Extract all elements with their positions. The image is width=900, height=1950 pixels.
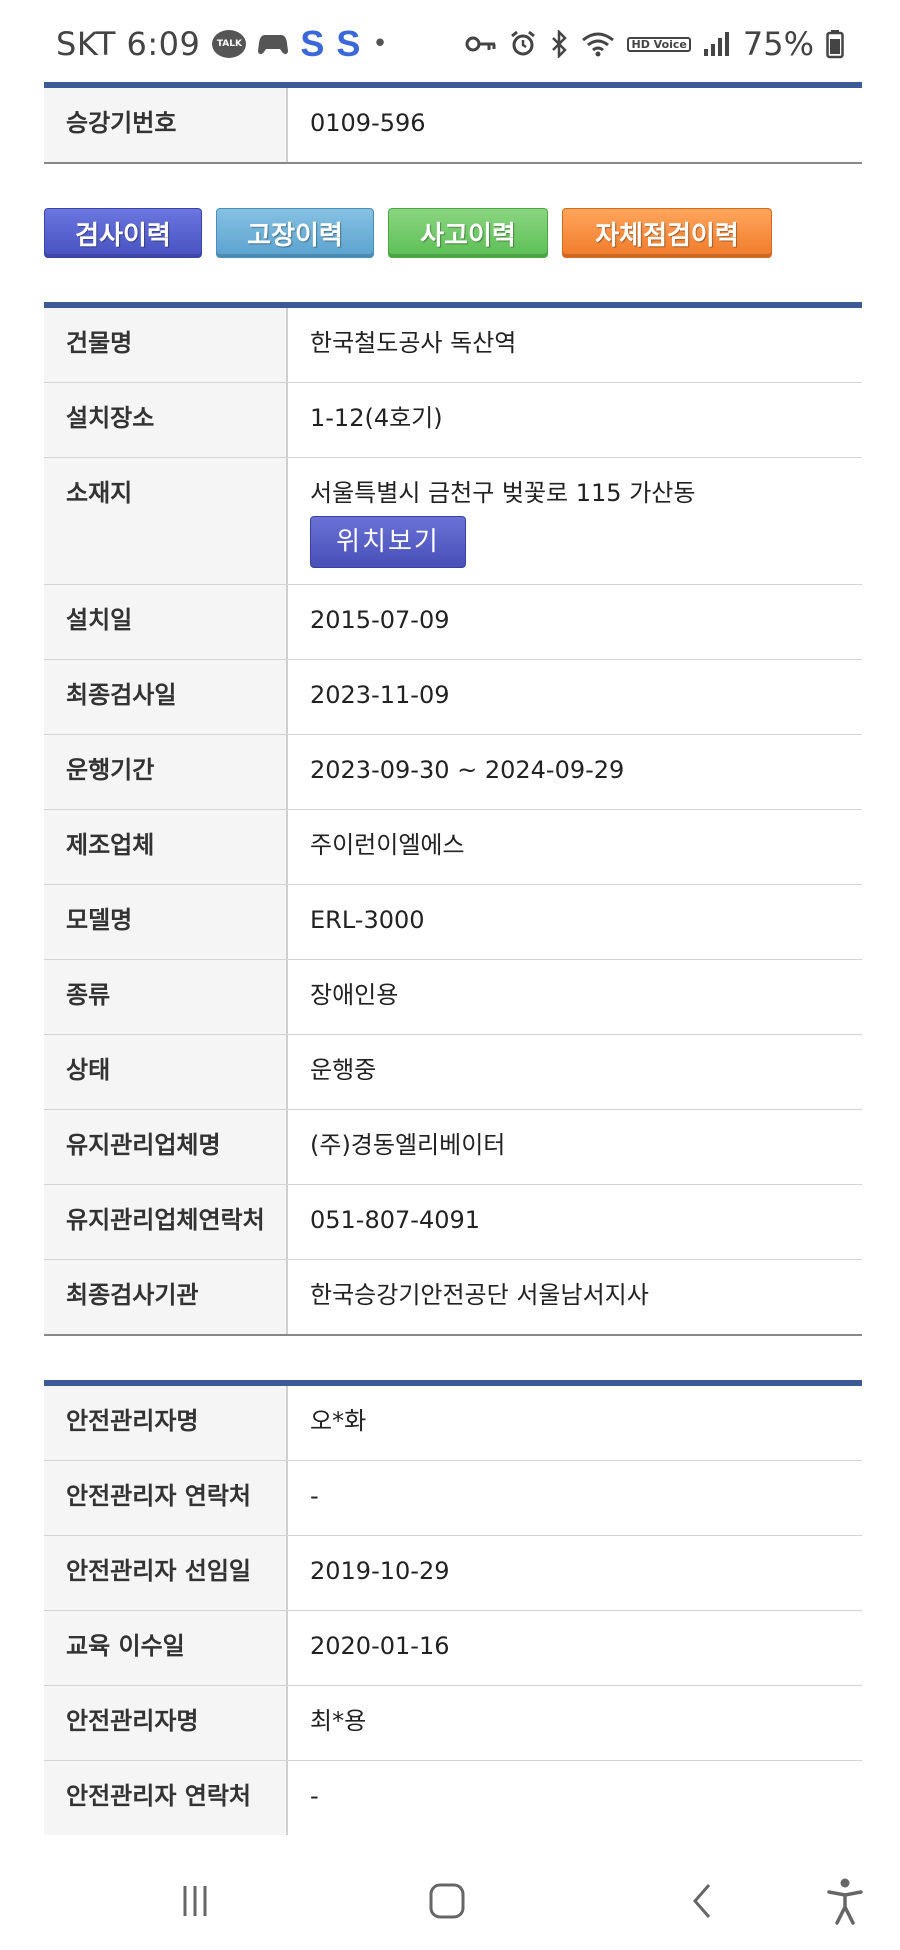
row-label: 종류 [44, 960, 288, 1034]
table-row: 모델명 ERL-3000 [44, 885, 862, 960]
status-bar: SKT 6:09 TALK S S • HD Voice 75% [0, 0, 900, 88]
table-row: 안전관리자 연락처 - [44, 1461, 862, 1536]
status-right: HD Voice 75% [465, 25, 844, 63]
row-label: 최종검사기관 [44, 1260, 288, 1334]
row-label: 제조업체 [44, 810, 288, 884]
self-check-history-button[interactable]: 자체점검이력 [562, 208, 772, 258]
table-row: 최종검사일 2023-11-09 [44, 660, 862, 735]
home-icon[interactable] [402, 1852, 492, 1950]
row-label: 안전관리자 선임일 [44, 1536, 288, 1610]
row-value: 0109-596 [310, 109, 426, 137]
battery-icon [826, 29, 844, 59]
table-row: 교육 이수일 2020-01-16 [44, 1611, 862, 1686]
row-label: 설치장소 [44, 383, 288, 457]
more-notifications-dot: • [372, 29, 388, 59]
table-row: 유지관리업체연락처 051-807-4091 [44, 1185, 862, 1260]
table-row: 건물명 한국철도공사 독산역 [44, 308, 862, 383]
row-label: 최종검사일 [44, 660, 288, 734]
bluetooth-icon [549, 30, 569, 58]
row-value: 오*화 [310, 1407, 367, 1435]
wifi-icon [581, 31, 615, 57]
row-label: 안전관리자명 [44, 1386, 288, 1460]
signal-icon [703, 31, 731, 57]
row-value: 2019-10-29 [310, 1557, 450, 1585]
hd-voice-icon: HD Voice [627, 36, 691, 52]
talk-icon: TALK [212, 30, 247, 58]
table-row: 안전관리자 선임일 2019-10-29 [44, 1536, 862, 1611]
row-value: 2023-11-09 [310, 681, 450, 709]
row-label: 모델명 [44, 885, 288, 959]
key-icon [465, 34, 497, 54]
row-value: 장애인용 [310, 981, 399, 1009]
table-row: 안전관리자명 오*화 [44, 1386, 862, 1461]
accident-history-button[interactable]: 사고이력 [388, 208, 548, 258]
row-label: 안전관리자 연락처 [44, 1461, 288, 1535]
table-row: 최종검사기관 한국승강기안전공단 서울남서지사 [44, 1260, 862, 1334]
table-row: 안전관리자명 최*용 [44, 1686, 862, 1761]
table-row: 상태 운행중 [44, 1035, 862, 1110]
table-row: 유지관리업체명 (주)경동엘리베이터 [44, 1110, 862, 1185]
table-row: 소재지 서울특별시 금천구 벚꽃로 115 가산동 위치보기 [44, 458, 862, 585]
row-value: 한국철도공사 독산역 [310, 329, 517, 357]
row-label: 승강기번호 [44, 88, 288, 162]
s-icon: S [300, 23, 325, 64]
safety-manager-table: 안전관리자명 오*화 안전관리자 연락처 - 안전관리자 선임일 2019-10-29 교육… [44, 1380, 862, 1835]
row-value: - [310, 1782, 319, 1810]
address-text: 서울특별시 금천구 벚꽃로 115 가산동 [310, 479, 696, 507]
status-left: SKT 6:09 TALK S S • [56, 23, 388, 65]
game-icon [258, 33, 289, 55]
row-label: 운행기간 [44, 735, 288, 809]
accessibility-icon[interactable] [800, 1852, 890, 1950]
row-label: 안전관리자 연락처 [44, 1761, 288, 1835]
row-value: 2015-07-09 [310, 606, 450, 634]
main-content: 승강기번호 0109-596 검사이력 고장이력 사고이력 자체점검이력 건물명… [44, 82, 862, 1835]
table-row: 승강기번호 0109-596 [44, 88, 862, 162]
row-label: 소재지 [44, 458, 288, 584]
view-location-button[interactable]: 위치보기 [310, 516, 466, 568]
elevator-number-table: 승강기번호 0109-596 [44, 82, 862, 164]
elevator-info-table: 건물명 한국철도공사 독산역 설치장소 1-12(4호기) 소재지 서울특별시 … [44, 302, 862, 1336]
s-icon: S [336, 23, 361, 64]
table-row: 안전관리자 연락처 - [44, 1761, 862, 1835]
fault-history-button[interactable]: 고장이력 [216, 208, 374, 258]
row-label: 교육 이수일 [44, 1611, 288, 1685]
carrier-time: SKT 6:09 [56, 25, 201, 63]
table-row: 설치장소 1-12(4호기) [44, 383, 862, 458]
recent-apps-icon[interactable] [150, 1852, 240, 1950]
table-row: 제조업체 주이런이엘에스 [44, 810, 862, 885]
row-label: 유지관리업체연락처 [44, 1185, 288, 1259]
row-value: 1-12(4호기) [310, 404, 443, 432]
inspection-history-button[interactable]: 검사이력 [44, 208, 202, 258]
battery-percent: 75% [742, 25, 814, 63]
table-row: 종류 장애인용 [44, 960, 862, 1035]
alarm-icon [509, 30, 537, 58]
row-value: 2023-09-30 ~ 2024-09-29 [310, 756, 625, 784]
row-value: 주이런이엘에스 [310, 831, 465, 859]
row-value: 한국승강기안전공단 서울남서지사 [310, 1281, 649, 1309]
row-value: 최*용 [310, 1707, 367, 1735]
row-label: 상태 [44, 1035, 288, 1109]
navigation-bar [0, 1852, 900, 1950]
row-value: ERL-3000 [310, 906, 425, 934]
table-row: 설치일 2015-07-09 [44, 585, 862, 660]
row-label: 안전관리자명 [44, 1686, 288, 1760]
row-label: 설치일 [44, 585, 288, 659]
row-label: 건물명 [44, 308, 288, 382]
back-icon[interactable] [658, 1852, 748, 1950]
row-value: 서울특별시 금천구 벚꽃로 115 가산동 위치보기 [288, 458, 862, 584]
row-value: 051-807-4091 [310, 1206, 481, 1234]
row-value: (주)경동엘리베이터 [310, 1131, 506, 1159]
row-value: - [310, 1482, 319, 1510]
row-value: 2020-01-16 [310, 1632, 450, 1660]
row-label: 유지관리업체명 [44, 1110, 288, 1184]
history-button-group: 검사이력 고장이력 사고이력 자체점검이력 [44, 208, 862, 258]
row-value: 운행중 [310, 1056, 377, 1084]
table-row: 운행기간 2023-09-30 ~ 2024-09-29 [44, 735, 862, 810]
